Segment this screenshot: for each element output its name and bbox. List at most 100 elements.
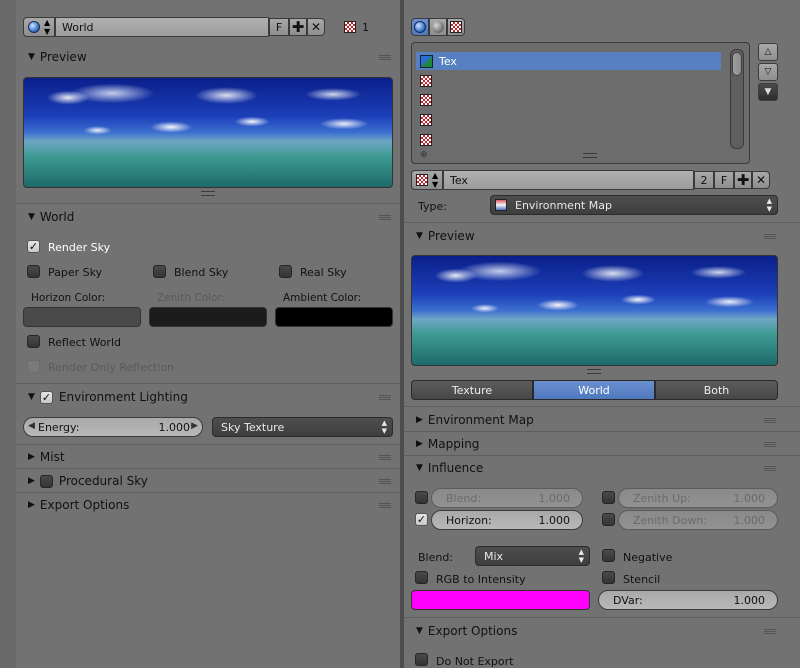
slot-specials-button[interactable]: ▼	[758, 83, 778, 101]
panel-grip-icon[interactable]	[379, 503, 391, 509]
zenith-down-value: 1.000	[733, 513, 766, 527]
preview-mode-texture[interactable]: Texture	[411, 380, 533, 400]
influence-color-swatch[interactable]	[411, 590, 590, 610]
texture-checker-icon	[420, 94, 432, 106]
export-options-header[interactable]: ▶ Export Options	[28, 494, 129, 516]
zenith-down-field[interactable]: Zenith Down: 1.000	[618, 510, 778, 530]
triangle-down-icon: ▼	[416, 463, 423, 473]
zenith-up-field[interactable]: Zenith Up: 1.000	[618, 488, 778, 508]
horizon-influence-checkbox[interactable]: ✓	[415, 513, 428, 526]
reflect-world-checkbox[interactable]	[27, 335, 40, 348]
panel-grip-icon[interactable]	[379, 215, 391, 221]
triangle-down-icon: ▼	[28, 212, 35, 222]
fake-user-button[interactable]: F	[269, 18, 289, 36]
procedural-sky-header[interactable]: ▶ Procedural Sky	[28, 470, 148, 492]
mist-header[interactable]: ▶ Mist	[28, 446, 65, 468]
texture-fake-user-label: F	[720, 173, 728, 187]
panel-grip-icon[interactable]	[764, 466, 776, 472]
blend-sky-checkbox[interactable]	[153, 265, 166, 278]
preview-panel-header[interactable]: ▼ Preview	[28, 46, 87, 68]
panel-grip-icon[interactable]	[379, 55, 391, 61]
new-texture-button[interactable]: ✚	[734, 171, 752, 189]
world-name-field[interactable]: World	[55, 17, 269, 37]
environment-source-dropdown[interactable]: Sky Texture ▲ ▼	[212, 417, 393, 437]
world-texture-context-button[interactable]	[411, 18, 429, 36]
triangle-right-icon: ▶	[416, 439, 423, 449]
preview-resize-handle[interactable]	[587, 369, 601, 374]
horizon-color-swatch[interactable]	[23, 307, 141, 327]
blend-mode-dropdown[interactable]: Mix ▲ ▼	[475, 546, 590, 566]
panel-grip-icon[interactable]	[379, 479, 391, 485]
panel-grip-icon[interactable]	[764, 234, 776, 240]
panel-grip-icon[interactable]	[379, 395, 391, 401]
render-only-reflection-checkbox[interactable]	[27, 360, 40, 373]
world-datablock-selector[interactable]: ▲ ▼	[23, 17, 55, 37]
blend-influence-checkbox[interactable]	[415, 491, 428, 504]
environment-lighting-checkbox[interactable]: ✓	[39, 390, 53, 404]
other-texture-context-button[interactable]	[447, 18, 465, 36]
negative-label: Negative	[623, 551, 673, 564]
texture-type-dropdown[interactable]: Environment Map ▲ ▼	[490, 195, 778, 215]
blend-influence-field[interactable]: Blend: 1.000	[431, 488, 583, 508]
add-slot-icon[interactable]: ⊕	[420, 150, 428, 160]
texture-slot[interactable]	[416, 111, 721, 129]
triangle-down-icon: ▼	[28, 392, 35, 402]
rgb-to-intensity-checkbox[interactable]	[415, 571, 428, 584]
render-sky-checkbox[interactable]: ✓	[27, 240, 40, 253]
reflect-world-label: Reflect World	[48, 336, 121, 349]
real-sky-checkbox[interactable]	[279, 265, 292, 278]
environment-map-title: Environment Map	[427, 413, 534, 427]
decrement-arrow-icon[interactable]: ◀	[28, 421, 35, 431]
texture-name-field[interactable]: Tex	[443, 170, 694, 190]
panel-grip-icon[interactable]	[764, 418, 776, 424]
environment-map-header[interactable]: ▶ Environment Map	[416, 409, 534, 431]
move-slot-down-button[interactable]: ▽	[758, 63, 778, 81]
procedural-sky-checkbox[interactable]	[39, 474, 53, 488]
environment-lighting-title: Environment Lighting	[58, 390, 188, 404]
ambient-color-swatch[interactable]	[275, 307, 393, 327]
preview-resize-handle[interactable]	[201, 191, 215, 196]
negative-checkbox[interactable]	[602, 549, 615, 562]
texture-user-count-button[interactable]: 2	[694, 171, 714, 189]
texture-datablock-selector[interactable]: ▲ ▼	[411, 170, 443, 190]
influence-header[interactable]: ▼ Influence	[416, 457, 483, 479]
texture-slot-list[interactable]: Tex ⊕	[411, 42, 750, 164]
zenith-down-checkbox[interactable]	[602, 513, 615, 526]
dvar-field[interactable]: DVar: 1.000	[598, 590, 778, 610]
separator	[16, 383, 400, 384]
texture-slot[interactable]	[416, 131, 721, 149]
world-panel-header[interactable]: ▼ World	[28, 206, 74, 228]
texture-slot[interactable]	[416, 72, 721, 90]
material-texture-context-button[interactable]	[429, 18, 447, 36]
environment-lighting-header[interactable]: ▼ ✓ Environment Lighting	[28, 386, 188, 408]
energy-field[interactable]: ◀ Energy: 1.000 ▶	[23, 417, 203, 437]
texture-preview-header[interactable]: ▼ Preview	[416, 225, 475, 247]
mapping-header[interactable]: ▶ Mapping	[416, 433, 479, 455]
texture-slot-selected[interactable]: Tex	[416, 52, 721, 70]
preview-mode-both[interactable]: Both	[655, 380, 778, 400]
paper-sky-checkbox[interactable]	[27, 265, 40, 278]
list-scrollbar[interactable]	[730, 49, 744, 149]
zenith-color-swatch[interactable]	[149, 307, 267, 327]
unlink-world-button[interactable]: ✕	[307, 18, 325, 36]
horizon-influence-field[interactable]: Horizon: 1.000	[431, 510, 583, 530]
zenith-up-checkbox[interactable]	[602, 491, 615, 504]
dvar-label: DVar:	[613, 593, 643, 607]
move-slot-up-button[interactable]: △	[758, 43, 778, 61]
stencil-checkbox[interactable]	[602, 571, 615, 584]
stencil-label: Stencil	[623, 573, 661, 586]
panel-grip-icon[interactable]	[764, 629, 776, 635]
list-resize-handle[interactable]	[583, 153, 597, 158]
new-world-button[interactable]: ✚	[289, 18, 307, 36]
preview-mode-world[interactable]: World	[533, 380, 655, 400]
list-scroll-thumb[interactable]	[732, 52, 742, 76]
panel-grip-icon[interactable]	[764, 442, 776, 448]
do-not-export-checkbox[interactable]	[415, 653, 428, 666]
panel-grip-icon[interactable]	[379, 455, 391, 461]
texture-slot[interactable]	[416, 91, 721, 109]
texture-fake-user-button[interactable]: F	[714, 171, 734, 189]
increment-arrow-icon[interactable]: ▶	[191, 421, 198, 431]
texture-properties-panel: Tex ⊕ △ ▽ ▼ ▲ ▼ Tex 2 F ✚ ✕ Type: Environ…	[404, 0, 800, 668]
texture-export-options-header[interactable]: ▼ Export Options	[416, 620, 517, 642]
unlink-texture-button[interactable]: ✕	[752, 171, 770, 189]
